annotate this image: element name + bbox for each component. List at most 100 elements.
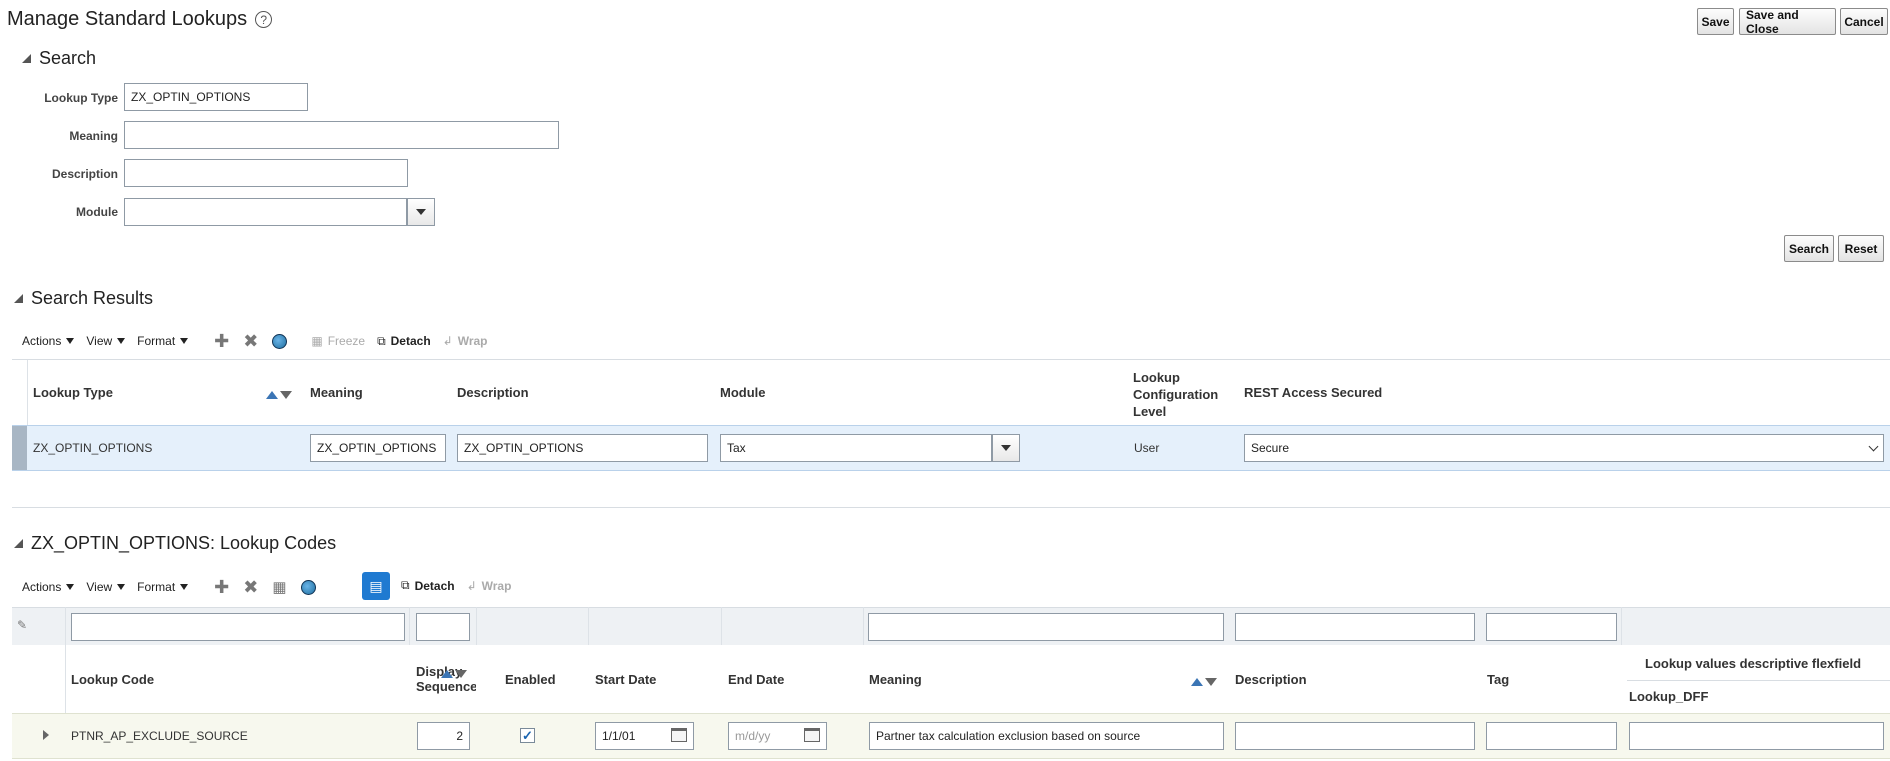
add-icon[interactable]: ✚ [214, 578, 229, 596]
cancel-button[interactable]: Cancel [1840, 8, 1888, 35]
view-label: View [86, 580, 113, 594]
view-menu[interactable]: View [86, 334, 126, 348]
filter-display-sequence[interactable] [416, 613, 470, 641]
globe-icon[interactable] [300, 579, 316, 595]
wrap-button[interactable]: ↲ Wrap [443, 334, 488, 348]
col-meaning[interactable]: Meaning [869, 672, 922, 687]
results-header-top-border [12, 359, 1890, 360]
col-start-date[interactable]: Start Date [595, 672, 656, 687]
col-enabled[interactable]: Enabled [505, 672, 556, 687]
chevron-down-icon [180, 584, 189, 590]
detach-button[interactable]: ⧉ Detach [377, 334, 431, 349]
col-rest-access[interactable]: REST Access Secured [1244, 385, 1382, 400]
detach-label: Detach [414, 578, 455, 593]
view-menu[interactable]: View [86, 580, 126, 594]
sort-descending-icon[interactable] [1205, 678, 1217, 686]
filter-description[interactable] [1235, 613, 1475, 641]
col-description[interactable]: Description [457, 385, 529, 400]
add-icon[interactable]: ✚ [214, 332, 229, 350]
row-rest-value: Secure [1251, 441, 1290, 455]
freeze-icon: ▦ [311, 334, 323, 348]
collapse-icon [14, 539, 23, 548]
column-divider [721, 607, 722, 645]
expand-row-icon[interactable] [43, 730, 49, 740]
column-divider [588, 607, 589, 645]
sort-descending-icon[interactable] [280, 391, 292, 399]
sort-control[interactable] [266, 387, 292, 402]
module-select[interactable] [124, 198, 407, 226]
description-input[interactable] [124, 159, 408, 187]
row-meaning-input[interactable]: Partner tax calculation exclusion based … [869, 722, 1224, 750]
filter-lookup-code[interactable] [71, 613, 405, 641]
col-config-level-line3: Level [1133, 404, 1167, 419]
filter-tag[interactable] [1486, 613, 1617, 641]
lookup-type-input[interactable]: ZX_OPTIN_OPTIONS [124, 83, 308, 111]
delete-icon[interactable]: ✖ [243, 578, 258, 596]
col-config-level-line1: Lookup [1133, 370, 1180, 385]
meaning-input[interactable] [124, 121, 559, 149]
search-button[interactable]: Search [1784, 235, 1834, 262]
col-tag[interactable]: Tag [1487, 672, 1509, 687]
col-module[interactable]: Module [720, 385, 766, 400]
sort-descending-icon[interactable] [455, 670, 467, 678]
calendar-icon[interactable] [671, 728, 687, 742]
search-heading: Search [39, 48, 97, 68]
module-dropdown-button[interactable] [407, 198, 435, 226]
grid-edit-icon[interactable]: ▦ [272, 580, 286, 595]
row-rest-select[interactable]: Secure [1244, 434, 1884, 462]
calendar-icon[interactable] [804, 728, 820, 742]
codes-section-header[interactable]: ZX_OPTIN_OPTIONS: Lookup Codes [14, 533, 336, 554]
reset-button[interactable]: Reset [1838, 235, 1884, 262]
chevron-down-icon [1868, 441, 1879, 452]
row-lookup-code: PTNR_AP_EXCLUDE_SOURCE [71, 729, 248, 743]
view-label: View [86, 334, 113, 348]
actions-menu[interactable]: Actions [22, 334, 75, 348]
col-lookup-type[interactable]: Lookup Type [33, 385, 113, 400]
query-by-example-icon[interactable]: ▤ [362, 572, 390, 600]
row-dff-input[interactable] [1629, 722, 1884, 750]
col-description[interactable]: Description [1235, 672, 1307, 687]
wrap-icon: ↲ [466, 578, 477, 593]
format-menu[interactable]: Format [137, 334, 189, 348]
col-lookup-dff[interactable]: Lookup_DFF [1629, 689, 1708, 704]
delete-icon[interactable]: ✖ [243, 332, 258, 350]
row-description-input[interactable] [1235, 722, 1475, 750]
row-module-select[interactable]: Tax [720, 434, 992, 462]
col-config-level[interactable]: Lookup Configuration Level [1133, 369, 1218, 420]
col-end-date[interactable]: End Date [728, 672, 784, 687]
freeze-button[interactable]: ▦ Freeze [311, 334, 365, 348]
search-section-header[interactable]: Search [22, 48, 96, 69]
wrap-label: Wrap [457, 334, 488, 348]
row-description-input[interactable]: ZX_OPTIN_OPTIONS [457, 434, 708, 462]
detach-button[interactable]: ⧉ Detach [401, 578, 455, 593]
col-lookup-code[interactable]: Lookup Code [71, 672, 154, 687]
row-display-sequence-input[interactable]: 2 [417, 722, 470, 750]
sort-ascending-icon[interactable] [266, 391, 278, 399]
sort-ascending-icon[interactable] [1191, 678, 1203, 686]
clear-filter-icon[interactable]: ✎ [17, 618, 27, 632]
globe-icon[interactable] [272, 333, 288, 349]
row-enabled-checkbox[interactable]: ✓ [520, 728, 535, 743]
wrap-icon: ↲ [442, 334, 453, 348]
row-selection-marker[interactable] [12, 426, 27, 470]
filter-meaning[interactable] [868, 613, 1224, 641]
row-tag-input[interactable] [1486, 722, 1617, 750]
col-meaning[interactable]: Meaning [310, 385, 363, 400]
row-module-dropdown-button[interactable] [992, 434, 1020, 462]
codes-heading: ZX_OPTIN_OPTIONS: Lookup Codes [31, 533, 337, 553]
save-and-close-button[interactable]: Save and Close [1739, 8, 1836, 36]
sort-control[interactable] [441, 666, 467, 681]
results-section-header[interactable]: Search Results [14, 288, 153, 309]
help-icon[interactable]: ? [255, 11, 273, 28]
column-divider [409, 607, 410, 645]
format-menu[interactable]: Format [137, 580, 189, 594]
meaning-label: Meaning [69, 129, 118, 143]
chevron-down-icon [117, 338, 126, 344]
sort-control[interactable] [1191, 674, 1217, 689]
save-button[interactable]: Save [1697, 8, 1734, 35]
wrap-button[interactable]: ↲ Wrap [467, 579, 512, 593]
row-meaning-input[interactable]: ZX_OPTIN_OPTIONS [310, 434, 446, 462]
wrap-label: Wrap [481, 578, 512, 593]
sort-ascending-icon[interactable] [441, 670, 453, 678]
actions-menu[interactable]: Actions [22, 580, 75, 594]
